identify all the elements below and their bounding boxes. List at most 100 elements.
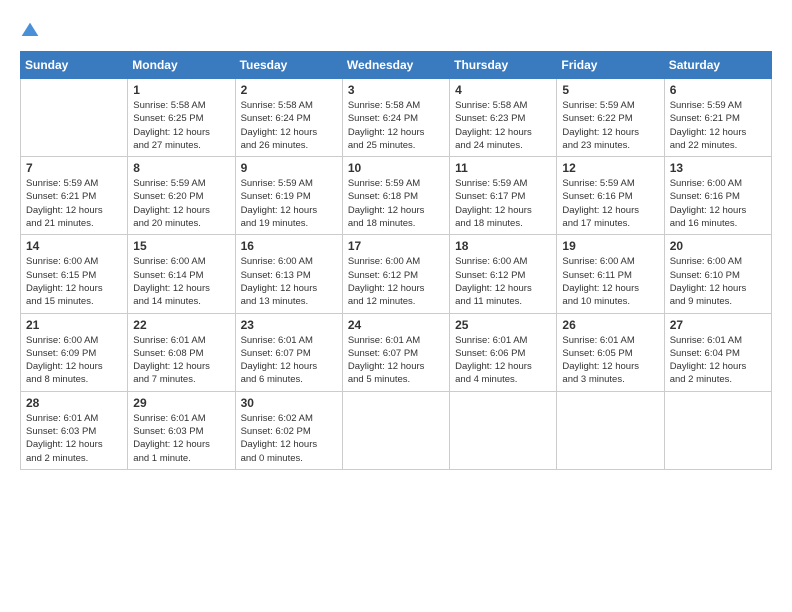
day-info: Sunrise: 6:00 AM Sunset: 6:16 PM Dayligh…: [670, 177, 766, 230]
calendar-week-3: 14 Sunrise: 6:00 AM Sunset: 6:15 PM Dayli…: [21, 235, 772, 313]
weekday-header-row: SundayMondayTuesdayWednesdayThursdayFrid…: [21, 52, 772, 79]
calendar-cell: 9 Sunrise: 5:59 AM Sunset: 6:19 PM Daylig…: [235, 157, 342, 235]
calendar-cell: [21, 79, 128, 157]
day-info: Sunrise: 6:01 AM Sunset: 6:07 PM Dayligh…: [241, 334, 337, 387]
day-info: Sunrise: 6:01 AM Sunset: 6:03 PM Dayligh…: [133, 412, 229, 465]
calendar-week-1: 1 Sunrise: 5:58 AM Sunset: 6:25 PM Daylig…: [21, 79, 772, 157]
day-info: Sunrise: 5:58 AM Sunset: 6:24 PM Dayligh…: [241, 99, 337, 152]
calendar-cell: 30 Sunrise: 6:02 AM Sunset: 6:02 PM Dayli…: [235, 391, 342, 469]
day-number: 14: [26, 239, 122, 253]
calendar-body: 1 Sunrise: 5:58 AM Sunset: 6:25 PM Daylig…: [21, 79, 772, 470]
calendar-cell: 7 Sunrise: 5:59 AM Sunset: 6:21 PM Daylig…: [21, 157, 128, 235]
calendar-cell: 22Sunrise: 6:01 AM Sunset: 6:08 PM Dayli…: [128, 313, 235, 391]
day-number: 12: [562, 161, 658, 175]
calendar-cell: 16 Sunrise: 6:00 AM Sunset: 6:13 PM Dayli…: [235, 235, 342, 313]
day-info: Sunrise: 6:00 AM Sunset: 6:09 PM Dayligh…: [26, 334, 122, 387]
day-number: 11: [455, 161, 551, 175]
calendar-cell: 26 Sunrise: 6:01 AM Sunset: 6:05 PM Dayli…: [557, 313, 664, 391]
calendar-cell: 23 Sunrise: 6:01 AM Sunset: 6:07 PM Dayli…: [235, 313, 342, 391]
weekday-sunday: Sunday: [21, 52, 128, 79]
day-number: 25: [455, 318, 551, 332]
calendar-cell: 18Sunrise: 6:00 AM Sunset: 6:12 PM Dayli…: [450, 235, 557, 313]
day-number: 15: [133, 239, 229, 253]
day-info: Sunrise: 6:00 AM Sunset: 6:15 PM Dayligh…: [26, 255, 122, 308]
day-info: Sunrise: 6:01 AM Sunset: 6:07 PM Dayligh…: [348, 334, 444, 387]
calendar-table: SundayMondayTuesdayWednesdayThursdayFrid…: [20, 51, 772, 470]
calendar-cell: 29 Sunrise: 6:01 AM Sunset: 6:03 PM Dayli…: [128, 391, 235, 469]
day-info: Sunrise: 6:00 AM Sunset: 6:11 PM Dayligh…: [562, 255, 658, 308]
day-info: Sunrise: 5:59 AM Sunset: 6:17 PM Dayligh…: [455, 177, 551, 230]
day-info: Sunrise: 5:59 AM Sunset: 6:21 PM Dayligh…: [26, 177, 122, 230]
logo: [20, 20, 44, 41]
calendar-cell: 24 Sunrise: 6:01 AM Sunset: 6:07 PM Dayli…: [342, 313, 449, 391]
day-number: 30: [241, 396, 337, 410]
calendar-cell: 5Sunrise: 5:59 AM Sunset: 6:22 PM Daylig…: [557, 79, 664, 157]
calendar-cell: 21 Sunrise: 6:00 AM Sunset: 6:09 PM Dayli…: [21, 313, 128, 391]
day-info: Sunrise: 5:59 AM Sunset: 6:20 PM Dayligh…: [133, 177, 229, 230]
calendar-cell: 13 Sunrise: 6:00 AM Sunset: 6:16 PM Dayli…: [664, 157, 771, 235]
calendar-cell: 6 Sunrise: 5:59 AM Sunset: 6:21 PM Daylig…: [664, 79, 771, 157]
calendar-cell: 12 Sunrise: 5:59 AM Sunset: 6:16 PM Dayli…: [557, 157, 664, 235]
day-number: 16: [241, 239, 337, 253]
day-info: Sunrise: 6:00 AM Sunset: 6:14 PM Dayligh…: [133, 255, 229, 308]
day-info: Sunrise: 5:59 AM Sunset: 6:22 PM Dayligh…: [562, 99, 658, 152]
day-number: 29: [133, 396, 229, 410]
calendar-cell: 3 Sunrise: 5:58 AM Sunset: 6:24 PM Daylig…: [342, 79, 449, 157]
calendar-cell: [557, 391, 664, 469]
day-info: Sunrise: 6:02 AM Sunset: 6:02 PM Dayligh…: [241, 412, 337, 465]
calendar-cell: 17Sunrise: 6:00 AM Sunset: 6:12 PM Dayli…: [342, 235, 449, 313]
day-info: Sunrise: 5:58 AM Sunset: 6:23 PM Dayligh…: [455, 99, 551, 152]
calendar-cell: 11 Sunrise: 5:59 AM Sunset: 6:17 PM Dayli…: [450, 157, 557, 235]
day-number: 23: [241, 318, 337, 332]
day-info: Sunrise: 6:01 AM Sunset: 6:06 PM Dayligh…: [455, 334, 551, 387]
day-info: Sunrise: 6:01 AM Sunset: 6:08 PM Dayligh…: [133, 334, 229, 387]
day-info: Sunrise: 5:59 AM Sunset: 6:19 PM Dayligh…: [241, 177, 337, 230]
calendar-cell: 19Sunrise: 6:00 AM Sunset: 6:11 PM Dayli…: [557, 235, 664, 313]
day-info: Sunrise: 6:01 AM Sunset: 6:05 PM Dayligh…: [562, 334, 658, 387]
day-number: 1: [133, 83, 229, 97]
day-number: 8: [133, 161, 229, 175]
day-number: 10: [348, 161, 444, 175]
day-number: 20: [670, 239, 766, 253]
day-number: 21: [26, 318, 122, 332]
day-info: Sunrise: 5:59 AM Sunset: 6:18 PM Dayligh…: [348, 177, 444, 230]
day-info: Sunrise: 5:59 AM Sunset: 6:16 PM Dayligh…: [562, 177, 658, 230]
day-number: 28: [26, 396, 122, 410]
calendar-cell: 15 Sunrise: 6:00 AM Sunset: 6:14 PM Dayli…: [128, 235, 235, 313]
day-number: 26: [562, 318, 658, 332]
day-number: 7: [26, 161, 122, 175]
weekday-friday: Friday: [557, 52, 664, 79]
calendar-cell: [450, 391, 557, 469]
calendar-cell: 1 Sunrise: 5:58 AM Sunset: 6:25 PM Daylig…: [128, 79, 235, 157]
day-number: 4: [455, 83, 551, 97]
calendar-cell: 8 Sunrise: 5:59 AM Sunset: 6:20 PM Daylig…: [128, 157, 235, 235]
day-number: 17: [348, 239, 444, 253]
day-number: 18: [455, 239, 551, 253]
calendar-cell: 20 Sunrise: 6:00 AM Sunset: 6:10 PM Dayli…: [664, 235, 771, 313]
calendar-week-4: 21 Sunrise: 6:00 AM Sunset: 6:09 PM Dayli…: [21, 313, 772, 391]
day-info: Sunrise: 5:58 AM Sunset: 6:25 PM Dayligh…: [133, 99, 229, 152]
calendar-cell: 14 Sunrise: 6:00 AM Sunset: 6:15 PM Dayli…: [21, 235, 128, 313]
weekday-wednesday: Wednesday: [342, 52, 449, 79]
day-number: 27: [670, 318, 766, 332]
calendar-cell: 10 Sunrise: 5:59 AM Sunset: 6:18 PM Dayli…: [342, 157, 449, 235]
calendar-week-2: 7 Sunrise: 5:59 AM Sunset: 6:21 PM Daylig…: [21, 157, 772, 235]
calendar-cell: 25 Sunrise: 6:01 AM Sunset: 6:06 PM Dayli…: [450, 313, 557, 391]
day-info: Sunrise: 6:01 AM Sunset: 6:03 PM Dayligh…: [26, 412, 122, 465]
day-info: Sunrise: 5:58 AM Sunset: 6:24 PM Dayligh…: [348, 99, 444, 152]
day-number: 6: [670, 83, 766, 97]
weekday-saturday: Saturday: [664, 52, 771, 79]
logo-icon: [20, 21, 40, 41]
day-number: 13: [670, 161, 766, 175]
weekday-thursday: Thursday: [450, 52, 557, 79]
page-header: [20, 20, 772, 41]
day-number: 3: [348, 83, 444, 97]
day-info: Sunrise: 5:59 AM Sunset: 6:21 PM Dayligh…: [670, 99, 766, 152]
day-number: 24: [348, 318, 444, 332]
day-info: Sunrise: 6:00 AM Sunset: 6:13 PM Dayligh…: [241, 255, 337, 308]
day-number: 9: [241, 161, 337, 175]
calendar-cell: 4 Sunrise: 5:58 AM Sunset: 6:23 PM Daylig…: [450, 79, 557, 157]
calendar-cell: [342, 391, 449, 469]
day-info: Sunrise: 6:01 AM Sunset: 6:04 PM Dayligh…: [670, 334, 766, 387]
day-info: Sunrise: 6:00 AM Sunset: 6:10 PM Dayligh…: [670, 255, 766, 308]
